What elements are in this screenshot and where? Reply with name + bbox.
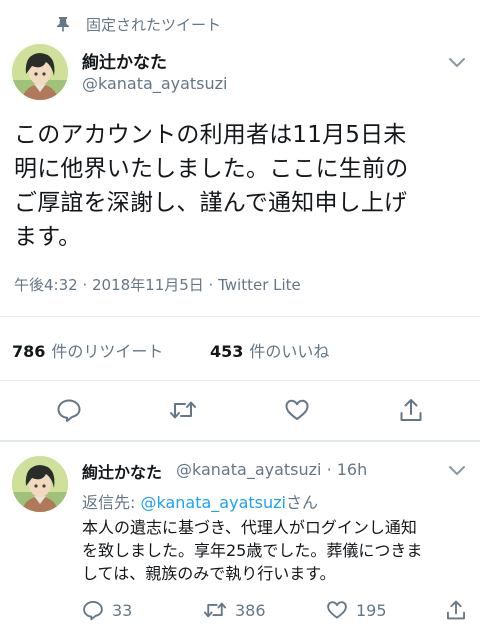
reply-display-name[interactable]: 絢辻かなた [82,459,162,483]
like-button[interactable] [284,397,310,423]
reply-tweet-text: 本人の遺志に基づき、代理人がログインし通知 を致しました。享年25歳でした。葬儀… [82,516,472,585]
reply-text-line: 本人の遺志に基づき、代理人がログインし通知 [82,518,417,537]
tweet-text-line: ます。 [14,224,82,250]
reply-icon [57,399,81,422]
reply-to-suffix: さん [285,493,318,512]
reply-button[interactable] [56,397,82,423]
reply-avatar[interactable] [12,456,68,512]
tweet-text-line: ご厚誼を深謝し、謹んで通知申し上げ [14,190,408,216]
display-name[interactable]: 絢辻かなた [82,48,167,73]
like-icon [327,601,347,619]
pin-icon [57,17,69,32]
reply-to-line: 返信先: @kanata_ayatsuziさん [82,489,318,513]
chevron-down-icon[interactable] [447,55,467,69]
user-handle[interactable]: @kanata_ayatsuzi [82,74,227,93]
tweet-timestamp[interactable]: 午後4:32 · 2018年11月5日 · Twitter Lite [14,274,301,295]
tweet-text-line: 明に他界いたしました。ここに生前の [14,156,409,182]
retweet-stat[interactable]: 786 件のリツイート [12,338,163,362]
like-stat-label: 件のいいね [249,342,330,361]
retweet-button[interactable] [169,397,197,423]
pinned-label: 固定されたツイート [86,16,222,34]
reply-reply-button[interactable]: 33 [82,599,132,621]
like-count: 453 [210,342,244,361]
like-icon [285,399,309,420]
reply-to-handle-link[interactable]: @kanata_ayatsuzi [140,493,285,512]
chevron-down-icon[interactable] [447,463,467,477]
retweet-icon [203,602,227,618]
retweet-count: 786 [12,342,46,361]
avatar[interactable] [12,44,68,100]
retweet-icon [170,401,196,419]
share-icon [400,399,422,421]
divider [0,316,480,317]
reply-count: 33 [112,600,133,620]
reply-icon [83,601,103,621]
reply-like-count: 195 [356,600,387,620]
share-button[interactable] [398,397,424,423]
reply-retweet-button[interactable]: 386 [203,599,266,621]
reply-text-line: を致しました。享年25歳でした。葬儀につきま [82,541,423,560]
share-icon [447,600,465,620]
reply-text-line: しては、親族のみで執り行います。 [82,564,336,583]
tweet-text-line: このアカウントの利用者は11月5日未 [14,122,407,148]
reply-retweet-count: 386 [235,600,266,620]
divider [0,440,480,442]
divider [0,380,480,381]
like-stat[interactable]: 453 件のいいね [210,338,329,362]
retweet-stat-label: 件のリツイート [51,342,164,361]
reply-to-prefix: 返信先: [82,493,141,512]
reply-share-button[interactable] [445,599,467,621]
reply-like-button[interactable]: 195 [326,599,387,621]
tweet-text: このアカウントの利用者は11月5日未 明に他界いたしました。ここに生前の ご厚誼… [14,118,474,254]
reply-handle-time[interactable]: @kanata_ayatsuzi · 16h [176,460,367,479]
